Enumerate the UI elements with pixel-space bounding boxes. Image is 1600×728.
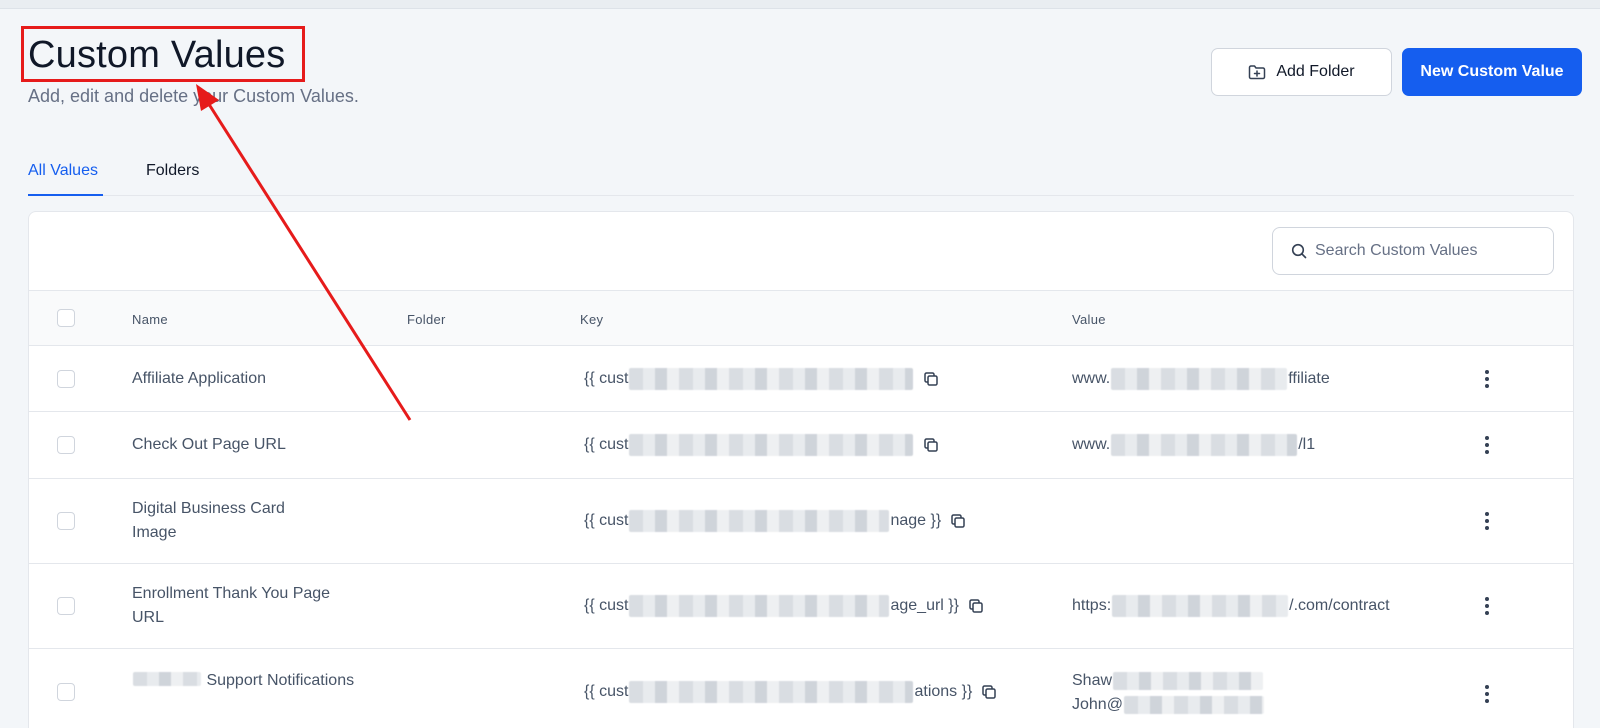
value-line-1: Shaw [1072, 672, 1113, 689]
redacted-name [133, 672, 201, 686]
row-name: Support Notifications [132, 669, 372, 693]
row-checkbox[interactable] [57, 512, 75, 530]
redacted-value [1111, 368, 1288, 390]
redacted-value [1111, 434, 1298, 456]
column-folder: Folder [407, 312, 446, 327]
row-name: Enrollment Thank You Page URL [132, 585, 331, 626]
key-prefix: {{ cust [584, 597, 629, 614]
row-value: Shaw John@ [1072, 669, 1265, 717]
row-name-text: Support Notifications [206, 672, 355, 689]
row-name: Affiliate Application [132, 370, 267, 387]
new-custom-value-button[interactable]: New Custom Value [1402, 48, 1582, 96]
redacted-key [629, 368, 914, 390]
value-suffix: /l1 [1298, 436, 1316, 453]
key-suffix: nage }} [890, 512, 942, 529]
redacted-key [629, 595, 890, 617]
row-key: {{ cust ations }} [584, 680, 998, 704]
search-input[interactable] [1315, 242, 1545, 260]
table-header: Name Folder Key Value [29, 290, 1573, 346]
row-menu-icon[interactable] [1477, 509, 1497, 533]
redacted-value [1123, 696, 1264, 714]
copy-icon[interactable] [949, 512, 967, 530]
redacted-value [1113, 672, 1264, 690]
value-prefix: www. [1072, 370, 1111, 387]
key-suffix: age_url }} [890, 597, 959, 614]
value-prefix: https: [1072, 597, 1112, 614]
copy-icon[interactable] [980, 683, 998, 701]
row-checkbox[interactable] [57, 436, 75, 454]
column-name: Name [132, 312, 168, 327]
row-checkbox[interactable] [57, 370, 75, 388]
row-menu-icon[interactable] [1477, 682, 1497, 706]
custom-values-card: Name Folder Key Value Affiliate Applicat… [28, 211, 1574, 728]
value-prefix: www. [1072, 436, 1111, 453]
tabs: All Values Folders [28, 158, 1574, 196]
row-menu-icon[interactable] [1477, 433, 1497, 457]
key-prefix: {{ cust [584, 436, 629, 453]
table-row: Affiliate Application {{ cust www. ffili… [29, 346, 1573, 412]
column-value: Value [1072, 312, 1106, 327]
row-checkbox[interactable] [57, 683, 75, 701]
new-custom-value-label: New Custom Value [1420, 63, 1564, 80]
row-menu-icon[interactable] [1477, 367, 1497, 391]
key-prefix: {{ cust [584, 370, 629, 387]
row-key: {{ cust [584, 367, 940, 391]
page-subtitle: Add, edit and delete your Custom Values. [28, 86, 359, 106]
redacted-key [629, 434, 914, 456]
folder-plus-icon [1248, 63, 1266, 81]
table-row: Check Out Page URL {{ cust www. /l1 [29, 412, 1573, 479]
search-box[interactable] [1272, 227, 1554, 275]
select-all-checkbox[interactable] [57, 309, 75, 327]
redacted-value [1112, 595, 1289, 617]
table-row: Enrollment Thank You Page URL {{ cust ag… [29, 564, 1573, 649]
value-suffix: /.com/contract [1289, 597, 1390, 614]
search-icon [1291, 243, 1307, 259]
tab-all-values[interactable]: All Values [28, 162, 103, 196]
value-suffix: ffiliate [1288, 370, 1330, 387]
add-folder-label: Add Folder [1276, 63, 1355, 80]
redacted-key [629, 681, 914, 703]
row-value: https: /.com/contract [1072, 594, 1390, 618]
column-key: Key [580, 312, 604, 327]
row-name: Digital Business Card Image [132, 500, 285, 541]
value-line-2: John@ [1072, 696, 1123, 713]
copy-icon[interactable] [967, 597, 985, 615]
top-bar [0, 0, 1600, 9]
row-menu-icon[interactable] [1477, 594, 1497, 618]
row-value: www. ffiliate [1072, 367, 1330, 391]
table-row: Digital Business Card Image {{ cust nage… [29, 479, 1573, 564]
row-key: {{ cust [584, 433, 940, 457]
row-value: www. /l1 [1072, 433, 1315, 457]
row-checkbox[interactable] [57, 597, 75, 615]
copy-icon[interactable] [922, 370, 940, 388]
table-row: Support Notifications {{ cust ations }} … [29, 649, 1573, 728]
tab-folders[interactable]: Folders [146, 162, 199, 196]
row-key: {{ cust age_url }} [584, 594, 985, 618]
copy-icon[interactable] [922, 436, 940, 454]
key-prefix: {{ cust [584, 512, 629, 529]
redacted-key [629, 510, 890, 532]
row-key: {{ cust nage }} [584, 509, 967, 533]
add-folder-button[interactable]: Add Folder [1211, 48, 1392, 96]
title-highlight-box [21, 26, 305, 82]
key-suffix: ations }} [914, 683, 973, 700]
key-prefix: {{ cust [584, 683, 629, 700]
row-name: Check Out Page URL [132, 436, 286, 453]
